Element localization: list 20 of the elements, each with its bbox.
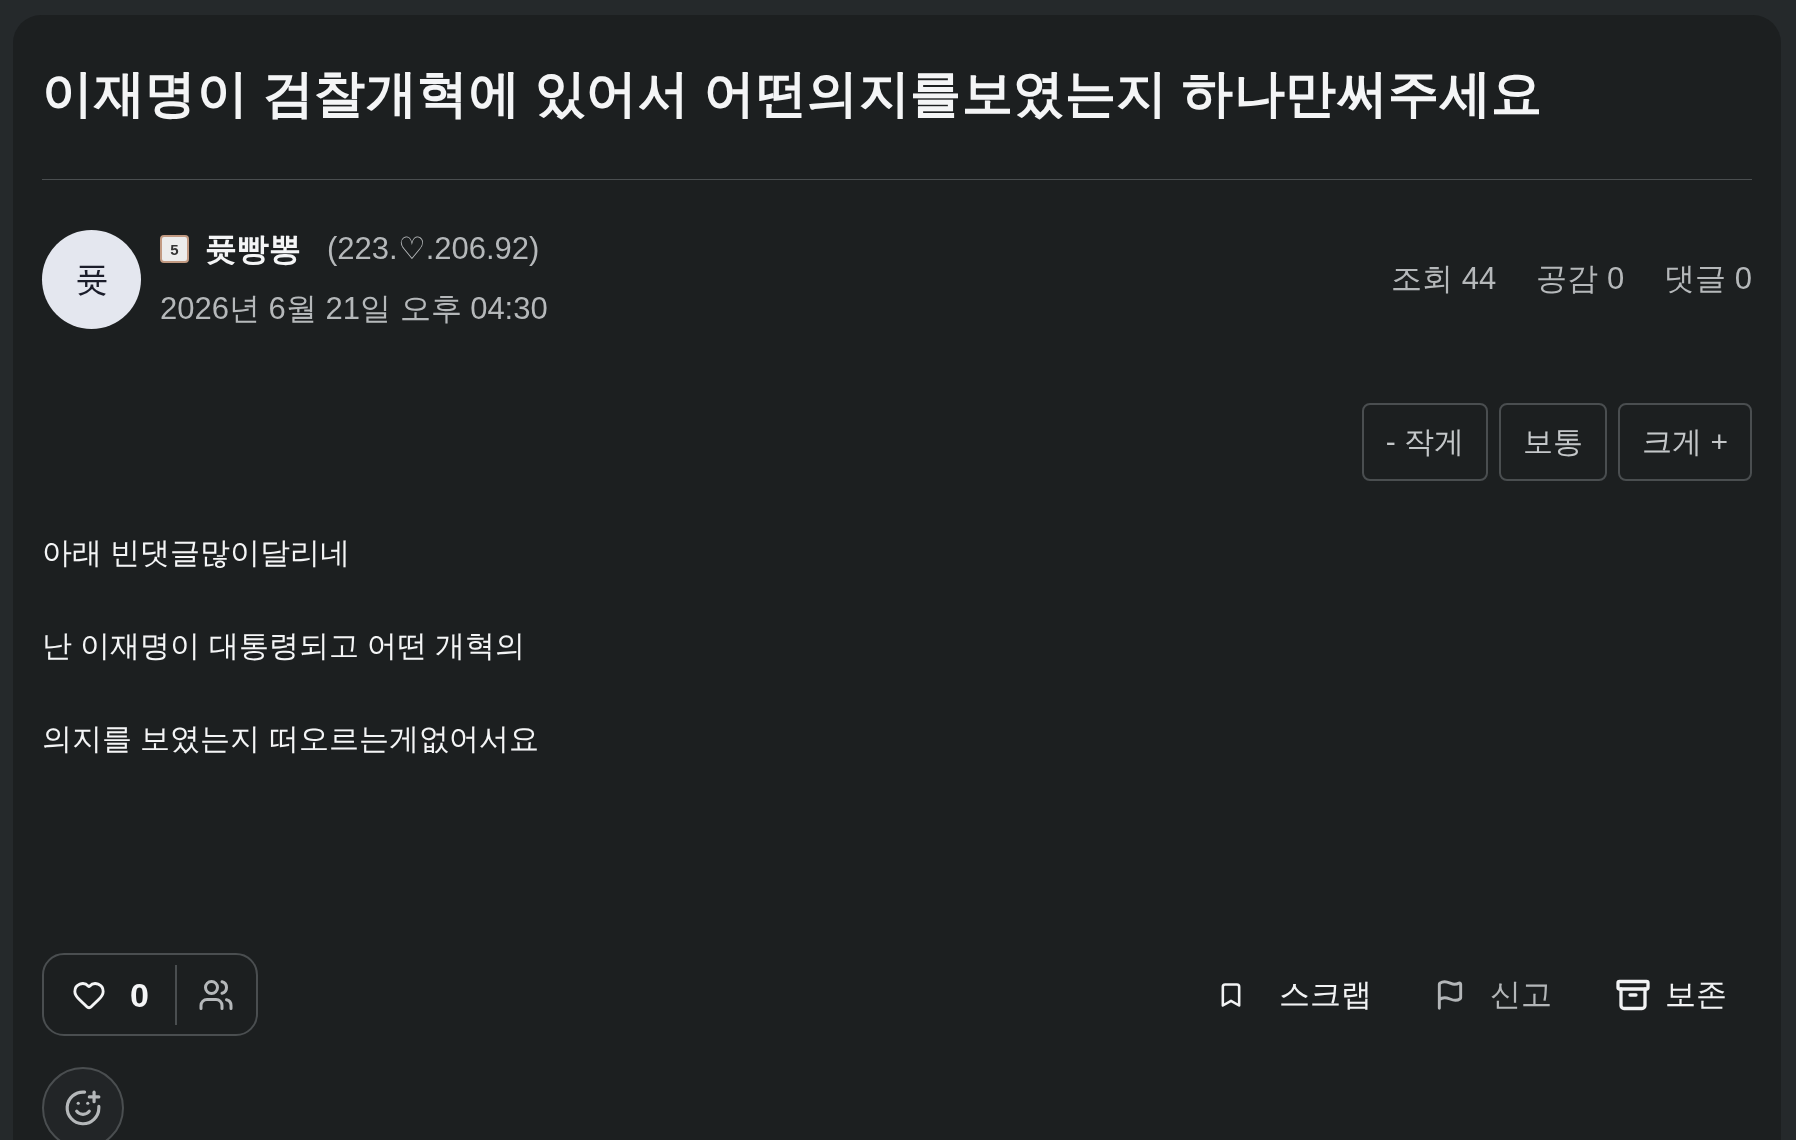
body-paragraph: 난 이재명이 대통령되고 어떤 개혁의 [42, 628, 527, 664]
post-action-button[interactable]: 보존 [1614, 976, 1727, 1013]
text-size-button[interactable]: 크게 + [1618, 403, 1752, 481]
body-paragraph: 아래 빈댓글많이달리네 [42, 535, 352, 571]
author-name[interactable]: 퓻빵뽕 [205, 227, 301, 271]
like-button[interactable]: 0 [70, 977, 149, 1012]
smile-plus-icon [64, 1089, 102, 1127]
avatar: 퓻 [42, 229, 141, 329]
post-title: 이재명이 검찰개혁에 있어서 어떤의지를보였는지 하나만써주세요 [42, 64, 1544, 124]
post-stat: 공감 0 [1536, 260, 1625, 298]
author-ip: (223.♡.206.92) [327, 230, 540, 268]
body-paragraph: 의지를 보였는지 떠오르는게없어서요 [42, 721, 540, 757]
post-date: 2026년 6월 21일 오후 04:30 [160, 290, 548, 328]
post-action-button[interactable]: 스크랩 [1217, 977, 1372, 1012]
post-stat: 댓글 0 [1664, 260, 1752, 298]
post-stat: 조회 44 [1391, 260, 1497, 298]
post-action-button[interactable]: 신고 [1434, 977, 1552, 1012]
level-badge: 5 [160, 235, 189, 263]
text-size-button[interactable]: - 작게 [1361, 403, 1489, 481]
text-size-button[interactable]: 보통 [1499, 403, 1608, 481]
